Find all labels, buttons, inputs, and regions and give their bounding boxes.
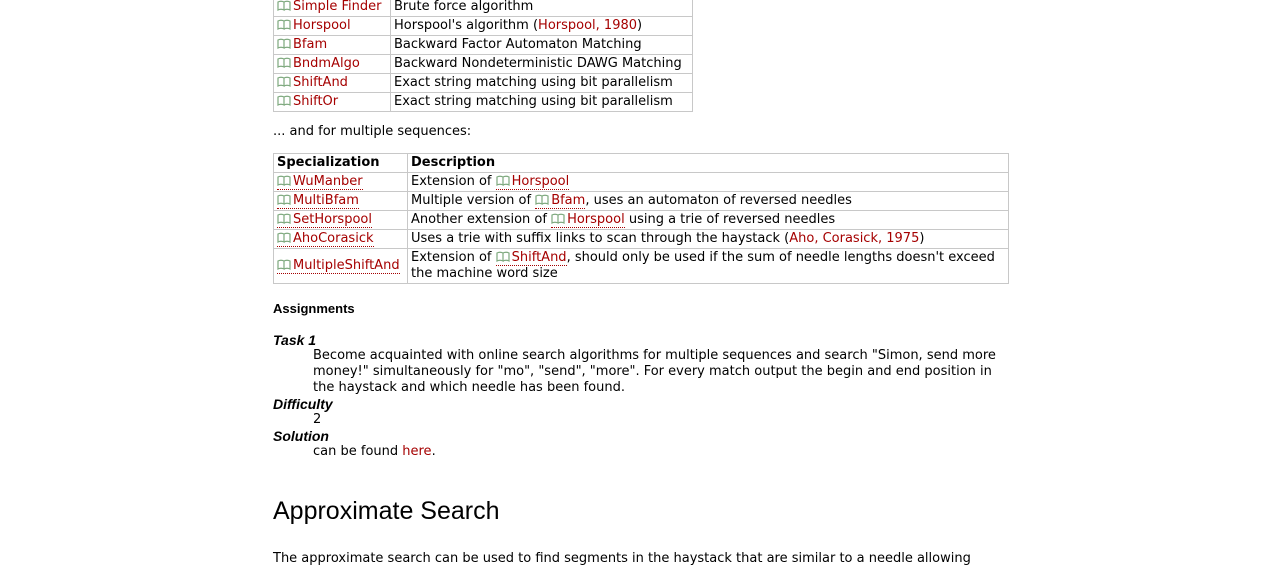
spec-link-horspool[interactable]: Horspool [551,212,625,228]
spec-link-multipleshiftand[interactable]: MultipleShiftAnd [277,258,400,274]
solution-link[interactable]: here [402,444,431,459]
book-icon [277,19,291,30]
spec-link-horspool[interactable]: Horspool [277,18,351,33]
table-cell: Exact string matching using bit parallel… [390,92,693,112]
table-row: ShiftOr Exact string matching using bit … [273,92,693,112]
citation-link-aho-corasick[interactable]: Aho, Corasick, 1975 [789,231,919,246]
solution-label: Solution [273,428,329,444]
book-icon [277,95,291,106]
table-cell: Multiple version of Bfam, uses an automa… [407,191,1009,211]
book-icon [496,175,510,186]
table-row: Bfam Backward Factor Automaton Matching [273,35,693,55]
column-header-specialization: Specialization [273,153,408,173]
approximate-search-heading: Approximate Search [273,497,500,525]
book-icon [496,251,510,262]
spec-link-simple-finder[interactable]: Simple Finder [277,0,382,14]
book-icon [277,194,291,205]
difficulty-label: Difficulty [273,396,333,412]
table-row: AhoCorasick Uses a trie with suffix link… [273,229,1009,249]
column-header-description: Description [407,153,1009,173]
table-row: MultipleShiftAnd Extension of ShiftAnd, … [273,248,1009,284]
spec-link-ahocorasick[interactable]: AhoCorasick [277,231,374,247]
table-cell: Brute force algorithm [390,0,693,17]
table-cell: Another extension of Horspool using a tr… [407,210,1009,230]
task-label: Task 1 [273,332,317,348]
spec-link-bfam[interactable]: Bfam [535,193,586,209]
assignments-heading: Assignments [273,301,355,316]
single-sequence-table: Simple Finder Brute force algorithm Hors… [273,0,693,112]
book-icon [277,175,291,186]
table-cell: Uses a trie with suffix links to scan th… [407,229,1009,249]
book-icon [277,0,291,11]
multi-sequence-table: Specialization Description WuManber Exte… [273,153,1009,284]
table-cell: Backward Nondeterministic DAWG Matching [390,54,693,74]
spec-link-horspool[interactable]: Horspool [495,174,570,190]
spec-link-shiftand[interactable]: ShiftAnd [277,75,348,90]
spec-link-bndmalgo[interactable]: BndmAlgo [277,56,360,71]
book-icon [277,57,291,68]
difficulty-value: 2 [313,412,322,427]
table-header-row: Specialization Description [273,153,1009,173]
book-icon [551,213,565,224]
table-row: Simple Finder Brute force algorithm [273,0,693,17]
spec-link-shiftor[interactable]: ShiftOr [277,94,338,109]
table-row: MultiBfam Multiple version of Bfam, uses… [273,191,1009,211]
book-icon [277,213,291,224]
book-icon [277,259,291,270]
book-icon [277,76,291,87]
table-cell: Horspool's algorithm (Horspool, 1980) [390,16,693,36]
table-row: WuManber Extension of Horspool [273,172,1009,192]
book-icon [277,232,291,243]
table-cell: Exact string matching using bit parallel… [390,73,693,93]
table-row: Horspool Horspool's algorithm (Horspool,… [273,16,693,36]
solution-text: can be found here. [313,444,436,459]
spec-link-multibfam[interactable]: MultiBfam [277,193,359,209]
spec-link-shiftand[interactable]: ShiftAnd [495,250,567,266]
table-row: ShiftAnd Exact string matching using bit… [273,73,693,93]
citation-link-horspool[interactable]: Horspool, 1980 [538,18,637,33]
book-icon [535,194,549,205]
task-description: Become acquainted with online search alg… [313,348,996,395]
table-cell: Extension of ShiftAnd, should only be us… [407,248,1009,284]
table-row: SetHorspool Another extension of Horspoo… [273,210,1009,230]
multi-sequence-intro: ... and for multiple sequences: [273,124,472,139]
table-row: BndmAlgo Backward Nondeterministic DAWG … [273,54,693,74]
approximate-search-paragraph: The approximate search can be used to fi… [273,551,971,566]
assignment-task-1: Task 1 Become acquainted with online sea… [273,332,1003,460]
book-icon [277,38,291,49]
spec-link-wumanber[interactable]: WuManber [277,174,363,190]
table-cell: Extension of Horspool [407,172,1009,192]
spec-link-bfam[interactable]: Bfam [277,37,327,52]
table-cell: Backward Factor Automaton Matching [390,35,693,55]
spec-link-sethorspool[interactable]: SetHorspool [277,212,372,228]
